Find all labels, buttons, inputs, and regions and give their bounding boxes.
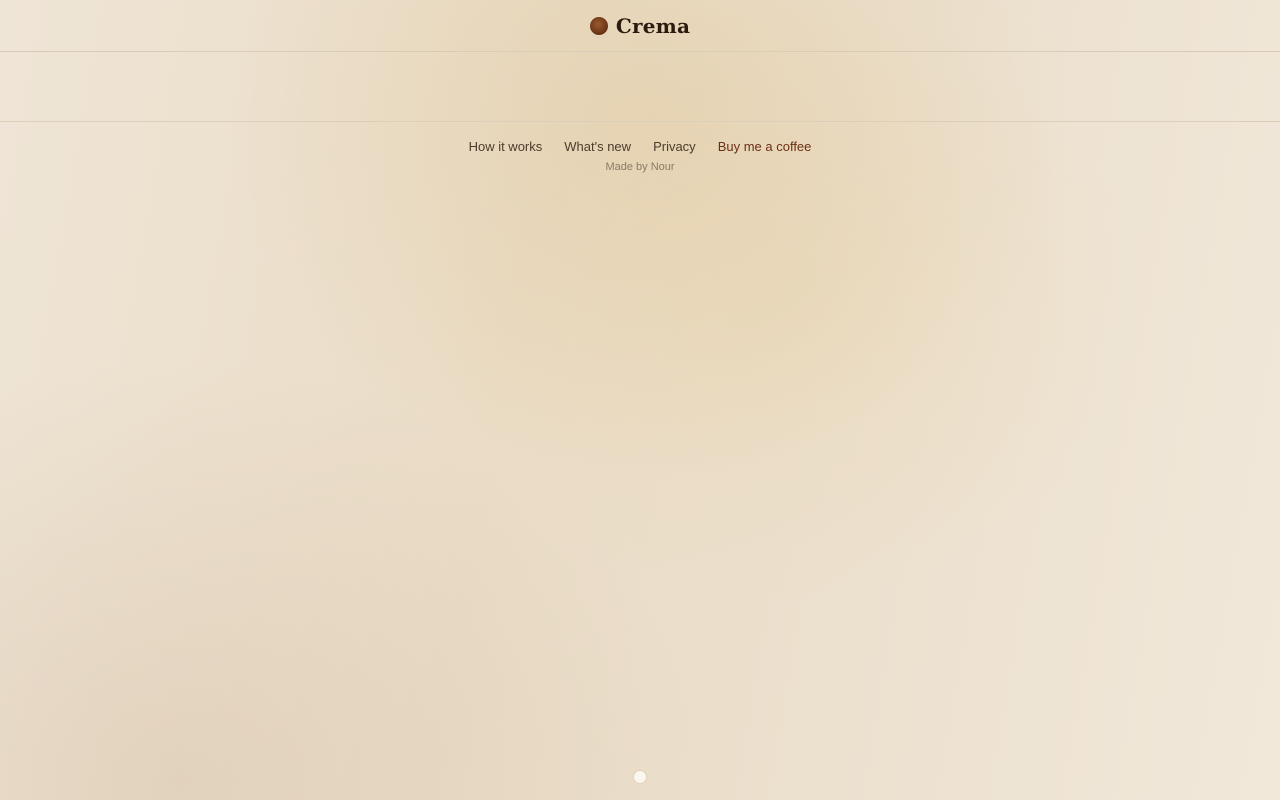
footer: How it works What's new Privacy Buy me a… <box>0 138 1280 174</box>
brand-name: Crema <box>615 14 691 38</box>
footer-nav: How it works What's new Privacy Buy me a… <box>0 138 1280 156</box>
content-band <box>0 52 1280 122</box>
how-it-works-link[interactable]: How it works <box>469 138 543 156</box>
whats-new-link[interactable]: What's new <box>564 138 631 156</box>
top-header: Crema <box>0 0 1280 52</box>
dot-indicator[interactable] <box>634 771 646 783</box>
buy-me-a-coffee-link[interactable]: Buy me a coffee <box>718 138 812 156</box>
privacy-link[interactable]: Privacy <box>653 138 696 156</box>
credit-text: Made by Nour <box>605 161 675 173</box>
coffee-bean-icon <box>589 17 608 35</box>
brand[interactable]: Crema <box>589 14 691 38</box>
